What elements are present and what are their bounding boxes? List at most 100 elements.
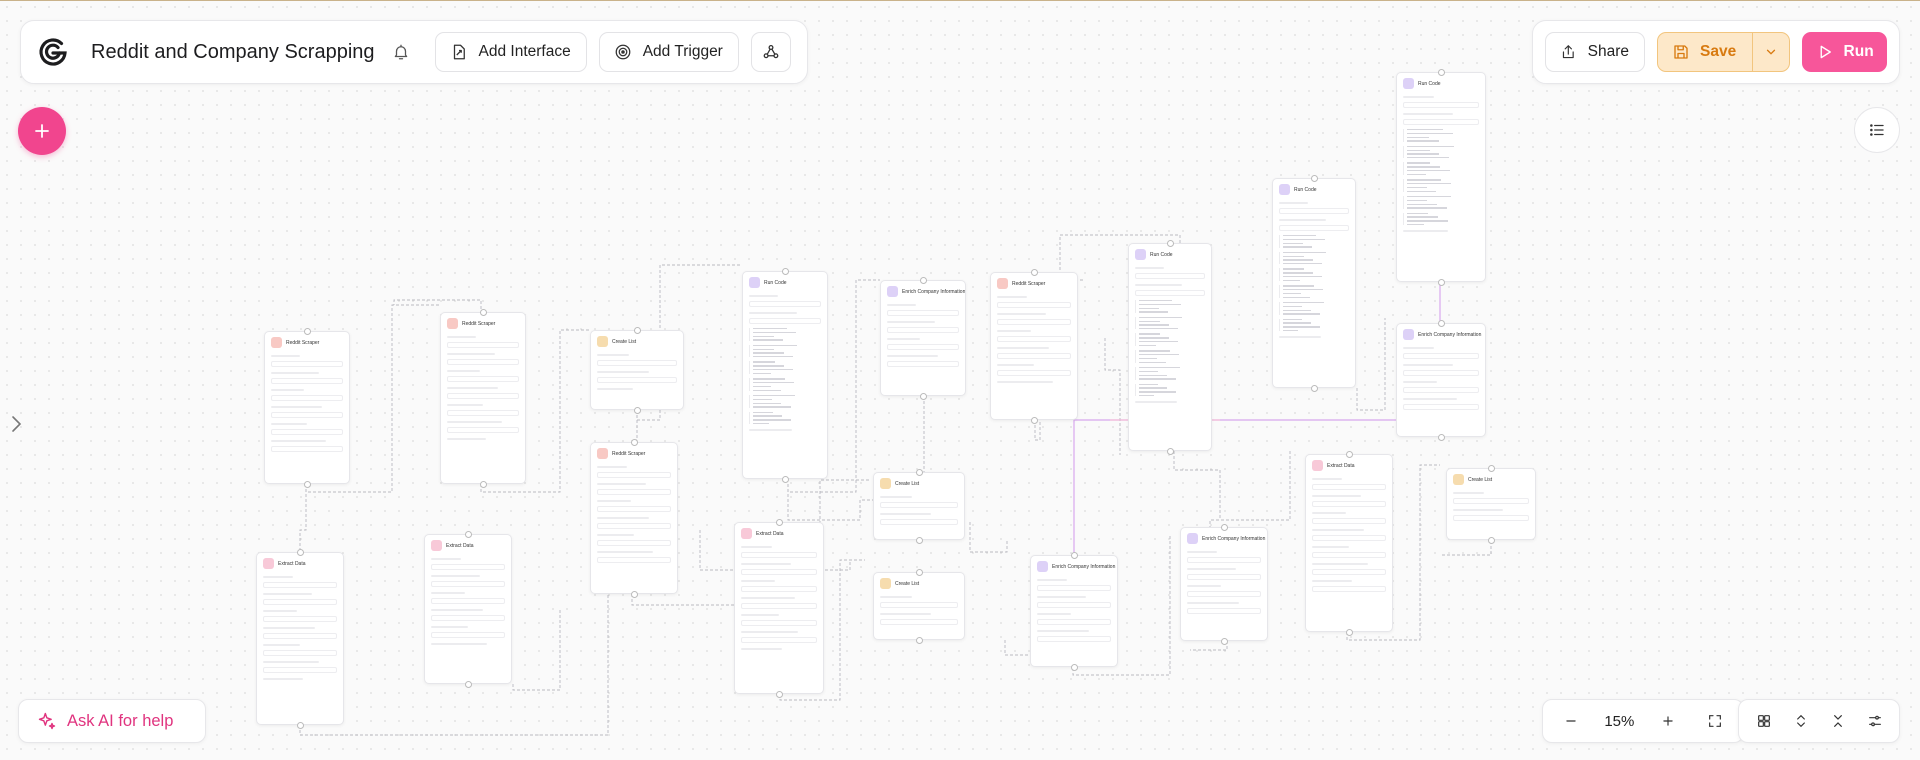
- node-port[interactable]: [1166, 447, 1174, 455]
- workflow-node-reddit[interactable]: Reddit Scraper: [990, 272, 1078, 420]
- node-port[interactable]: [775, 690, 783, 698]
- workflow-node-company[interactable]: Enrich Company Information: [1030, 555, 1118, 667]
- node-port[interactable]: [781, 267, 789, 275]
- node-port[interactable]: [1310, 384, 1318, 392]
- node-port[interactable]: [1220, 523, 1228, 531]
- node-port[interactable]: [633, 406, 641, 414]
- node-field: [749, 429, 792, 432]
- add-node-button[interactable]: [18, 107, 66, 155]
- expand-all-button[interactable]: [1787, 707, 1815, 735]
- node-field: [1187, 557, 1261, 563]
- workflow-node-code[interactable]: Run Code: [1396, 72, 1486, 282]
- g-logo-icon[interactable]: [35, 34, 71, 70]
- node-port[interactable]: [919, 392, 927, 400]
- workflow-node-extract[interactable]: Extract Data: [256, 552, 344, 725]
- node-field: [1312, 535, 1386, 541]
- node-port[interactable]: [633, 326, 641, 334]
- node-title: Create List: [895, 580, 920, 587]
- node-port[interactable]: [1437, 433, 1445, 441]
- node-port[interactable]: [1070, 551, 1078, 559]
- workflow-node-company[interactable]: Enrich Company Information: [1396, 323, 1486, 437]
- node-port[interactable]: [915, 568, 923, 576]
- node-port[interactable]: [1437, 278, 1445, 286]
- zoom-in-button[interactable]: [1654, 707, 1682, 735]
- workflow-node-code[interactable]: Run Code: [1272, 178, 1356, 388]
- node-port[interactable]: [1437, 319, 1445, 327]
- node-port[interactable]: [1345, 628, 1353, 636]
- node-port[interactable]: [1310, 174, 1318, 182]
- workflow-node-list[interactable]: Create List: [590, 330, 684, 410]
- workflow-node-list[interactable]: Create List: [1446, 468, 1536, 540]
- ask-ai-button[interactable]: Ask AI for help: [18, 699, 206, 743]
- chevron-right-icon[interactable]: [9, 412, 23, 441]
- zoom-out-button[interactable]: [1557, 707, 1585, 735]
- share-icon: [1562, 45, 1574, 59]
- node-field: [263, 616, 337, 622]
- node-port[interactable]: [1345, 450, 1353, 458]
- node-port[interactable]: [630, 438, 638, 446]
- node-port[interactable]: [781, 475, 789, 483]
- workflow-node-list[interactable]: Create List: [873, 572, 965, 640]
- node-port[interactable]: [1437, 68, 1445, 76]
- workflow-node-company[interactable]: Enrich Company Information: [1180, 527, 1268, 641]
- node-field: [887, 344, 959, 350]
- list-node-icon: [1453, 474, 1464, 485]
- node-port[interactable]: [630, 590, 638, 598]
- run-button[interactable]: Run: [1802, 32, 1887, 72]
- grid-layout-button[interactable]: [1750, 707, 1778, 735]
- workflow-node-extract[interactable]: Extract Data: [734, 522, 824, 694]
- add-trigger-button[interactable]: Add Trigger: [598, 32, 739, 72]
- node-port[interactable]: [303, 480, 311, 488]
- node-port[interactable]: [464, 530, 472, 538]
- node-port[interactable]: [1070, 663, 1078, 671]
- node-port[interactable]: [1487, 536, 1495, 544]
- node-port[interactable]: [479, 308, 487, 316]
- collapse-all-button[interactable]: [1824, 707, 1852, 735]
- fit-view-button[interactable]: [1701, 707, 1729, 735]
- node-title: Create List: [612, 338, 637, 345]
- workflow-node-reddit[interactable]: Reddit Scraper: [440, 312, 526, 484]
- node-port[interactable]: [479, 480, 487, 488]
- workflow-node-extract[interactable]: Extract Data: [1305, 454, 1393, 632]
- workflow-node-code[interactable]: Run Code: [1128, 243, 1212, 451]
- workflow-node-company[interactable]: Enrich Company Information: [880, 280, 966, 396]
- node-port[interactable]: [464, 680, 472, 688]
- node-port[interactable]: [1220, 637, 1228, 645]
- node-port[interactable]: [303, 327, 311, 335]
- node-port[interactable]: [775, 518, 783, 526]
- workflow-node-code[interactable]: Run Code: [742, 271, 828, 479]
- workflow-title[interactable]: Reddit and Company Scrapping: [91, 41, 375, 64]
- node-port[interactable]: [919, 276, 927, 284]
- node-list-button[interactable]: [1854, 107, 1900, 153]
- node-port[interactable]: [915, 536, 923, 544]
- node-port[interactable]: [296, 548, 304, 556]
- node-field: [749, 361, 821, 375]
- workflow-node-list[interactable]: Create List: [873, 472, 965, 540]
- node-port[interactable]: [296, 721, 304, 729]
- add-interface-button[interactable]: Add Interface: [434, 32, 587, 72]
- node-port[interactable]: [1487, 464, 1495, 472]
- node-port[interactable]: [1030, 268, 1038, 276]
- node-field: [597, 377, 677, 383]
- webhook-button[interactable]: [750, 32, 791, 72]
- workflow-node-extract[interactable]: Extract Data: [424, 534, 512, 684]
- settings-button[interactable]: [1861, 707, 1889, 735]
- workflow-node-reddit[interactable]: Reddit Scraper: [590, 442, 678, 594]
- save-button[interactable]: Save: [1658, 33, 1754, 71]
- save-options-dropdown[interactable]: [1753, 33, 1789, 71]
- node-field: [749, 394, 821, 408]
- node-field: [1279, 301, 1349, 315]
- node-field: [997, 347, 1050, 349]
- node-field: [741, 637, 817, 643]
- run-label: Run: [1843, 43, 1874, 60]
- node-port[interactable]: [1166, 239, 1174, 247]
- node-port[interactable]: [915, 636, 923, 644]
- node-port[interactable]: [1030, 416, 1038, 424]
- node-field: [887, 361, 959, 367]
- share-button[interactable]: Share: [1545, 32, 1645, 72]
- workflow-node-reddit[interactable]: Reddit Scraper: [264, 331, 350, 484]
- sparkle-icon: [38, 712, 56, 730]
- node-port[interactable]: [915, 468, 923, 476]
- node-title: Enrich Company Information: [1418, 331, 1482, 338]
- bell-icon[interactable]: [389, 40, 413, 64]
